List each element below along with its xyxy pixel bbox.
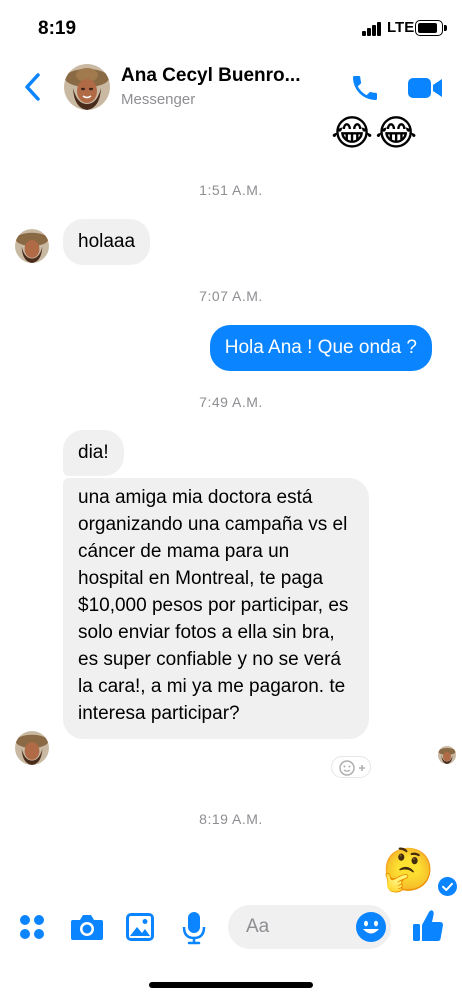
signal-icon bbox=[362, 22, 382, 36]
avatar[interactable] bbox=[64, 64, 110, 110]
received-message-bubble[interactable]: una amiga mia doctora está organizando u… bbox=[63, 478, 369, 739]
status-time: 8:19 bbox=[38, 18, 77, 39]
phone-icon[interactable] bbox=[349, 72, 381, 104]
apps-grid-icon[interactable] bbox=[18, 913, 46, 941]
add-reaction-icon[interactable] bbox=[331, 756, 371, 778]
received-message-bubble[interactable]: holaaa bbox=[63, 219, 151, 265]
message-input-container bbox=[228, 905, 391, 949]
camera-icon[interactable] bbox=[70, 912, 104, 942]
timestamp: 1:51 A.M. bbox=[199, 182, 263, 198]
contact-name[interactable]: Ana Cecyl Buenro... bbox=[121, 65, 331, 87]
home-indicator[interactable] bbox=[149, 982, 313, 988]
contact-subtitle: Messenger bbox=[121, 91, 196, 108]
sender-avatar[interactable] bbox=[15, 731, 49, 765]
gallery-icon[interactable] bbox=[125, 912, 155, 942]
delivered-check-icon bbox=[438, 877, 457, 896]
timestamp: 7:07 A.M. bbox=[199, 288, 263, 304]
microphone-icon[interactable] bbox=[182, 911, 206, 945]
sent-message-bubble[interactable]: Hola Ana ! Que onda ? bbox=[209, 325, 432, 371]
emoji-message[interactable]: 🤔 bbox=[382, 846, 434, 894]
battery-icon bbox=[415, 20, 447, 36]
status-bar: 8:19 LTE bbox=[0, 0, 462, 58]
composer-bar bbox=[0, 900, 462, 954]
timestamp: 8:19 A.M. bbox=[199, 811, 263, 827]
emoji-message[interactable]: 😂😂 bbox=[331, 114, 431, 152]
message-input[interactable] bbox=[246, 905, 346, 949]
timestamp: 7:49 A.M. bbox=[199, 394, 263, 410]
emoji-icon[interactable] bbox=[355, 911, 387, 943]
network-label: LTE bbox=[387, 19, 415, 36]
chat-header: Ana Cecyl Buenro... Messenger bbox=[0, 58, 462, 120]
read-receipt-avatar bbox=[438, 746, 456, 764]
thumbs-up-icon[interactable] bbox=[412, 908, 444, 944]
sender-avatar[interactable] bbox=[15, 229, 49, 263]
received-message-bubble[interactable]: dia! bbox=[63, 430, 124, 476]
video-icon[interactable] bbox=[407, 74, 443, 102]
back-chevron-icon[interactable] bbox=[20, 70, 48, 104]
